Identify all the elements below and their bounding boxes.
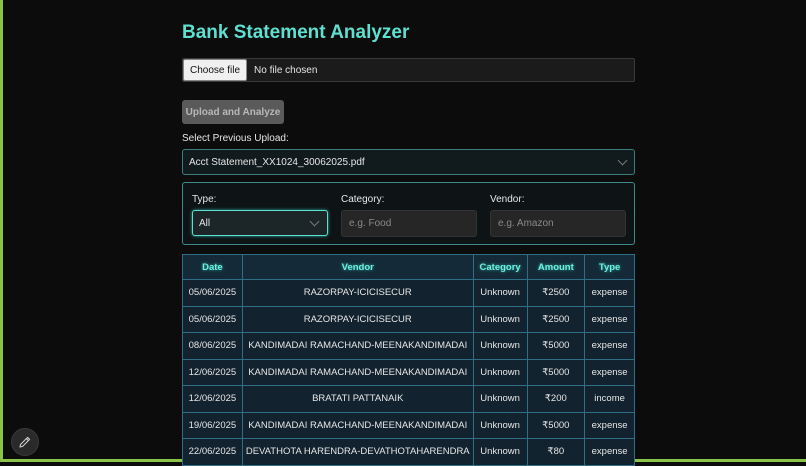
cell-category: Unknown xyxy=(472,332,528,360)
table-row: 05/06/2025 RAZORPAY-ICICISECUR Unknown ₹… xyxy=(182,305,635,333)
cell-category: Unknown xyxy=(472,279,528,307)
cell-amount: ₹200 xyxy=(526,385,586,413)
cell-amount: ₹5000 xyxy=(526,332,586,360)
table-row: 08/06/2025 KANDIMADAI RAMACHAND-MEENAKAN… xyxy=(182,332,635,360)
previous-upload-select[interactable]: Acct Statement_XX1024_30062025.pdf xyxy=(182,149,635,175)
type-filter-select[interactable]: All xyxy=(192,210,328,236)
vendor-filter-input[interactable]: e.g. Amazon xyxy=(490,210,626,237)
cell-amount: ₹2500 xyxy=(526,279,586,307)
category-filter-label: Category: xyxy=(341,194,385,205)
category-filter-input[interactable]: e.g. Food xyxy=(341,210,477,237)
category-filter-placeholder: e.g. Food xyxy=(349,218,392,229)
header-category[interactable]: Category xyxy=(472,254,528,280)
cell-category: Unknown xyxy=(472,305,528,333)
chevron-down-icon xyxy=(617,155,628,166)
header-date[interactable]: Date xyxy=(182,254,243,280)
cell-vendor: BRATATI PATTANAIK xyxy=(241,385,474,413)
cell-vendor: DEVATHOTA HARENDRA-DEVATHOTAHARENDRA xyxy=(241,438,474,466)
cell-date: 05/06/2025 xyxy=(182,279,243,307)
file-status-text: No file chosen xyxy=(254,64,318,76)
vendor-filter-placeholder: e.g. Amazon xyxy=(498,218,554,229)
cell-category: Unknown xyxy=(472,438,528,466)
page-title: Bank Statement Analyzer xyxy=(182,22,410,43)
cell-date: 19/06/2025 xyxy=(182,411,243,439)
cell-amount: ₹2500 xyxy=(526,305,586,333)
cell-type: expense xyxy=(584,438,635,466)
cell-date: 22/06/2025 xyxy=(182,438,243,466)
cell-category: Unknown xyxy=(472,385,528,413)
previous-upload-label: Select Previous Upload: xyxy=(182,133,289,144)
table-row: 12/06/2025 BRATATI PATTANAIK Unknown ₹20… xyxy=(182,385,635,413)
cell-date: 05/06/2025 xyxy=(182,305,243,333)
table-row: 22/06/2025 DEVATHOTA HARENDRA-DEVATHOTAH… xyxy=(182,438,635,466)
cell-amount: ₹80 xyxy=(526,438,586,466)
cell-vendor: KANDIMADAI RAMACHAND-MEENAKANDIMADAI xyxy=(241,358,474,386)
edit-button[interactable] xyxy=(11,428,39,456)
cell-date: 12/06/2025 xyxy=(182,358,243,386)
filter-panel: Type: Category: Vendor: All e.g. Food e.… xyxy=(182,182,635,245)
cell-date: 08/06/2025 xyxy=(182,332,243,360)
vendor-filter-label: Vendor: xyxy=(490,194,525,205)
cell-vendor: KANDIMADAI RAMACHAND-MEENAKANDIMADAI xyxy=(241,411,474,439)
cell-type: income xyxy=(584,385,635,413)
previous-upload-value: Acct Statement_XX1024_30062025.pdf xyxy=(189,156,365,168)
cell-category: Unknown xyxy=(472,358,528,386)
type-filter-label: Type: xyxy=(192,194,217,205)
cell-vendor: RAZORPAY-ICICISECUR xyxy=(241,305,474,333)
cell-category: Unknown xyxy=(472,411,528,439)
cell-vendor: RAZORPAY-ICICISECUR xyxy=(241,279,474,307)
transactions-table: Date Vendor Category Amount Type 05/06/2… xyxy=(182,254,635,466)
pencil-icon xyxy=(19,436,31,448)
header-vendor[interactable]: Vendor xyxy=(241,254,474,280)
table-header-row: Date Vendor Category Amount Type xyxy=(182,254,635,280)
table-row: 19/06/2025 KANDIMADAI RAMACHAND-MEENAKAN… xyxy=(182,411,635,439)
cell-amount: ₹5000 xyxy=(526,358,586,386)
cell-vendor: KANDIMADAI RAMACHAND-MEENAKANDIMADAI xyxy=(241,332,474,360)
cell-type: expense xyxy=(584,411,635,439)
header-type[interactable]: Type xyxy=(584,254,635,280)
chevron-down-icon xyxy=(309,216,320,227)
table-row: 12/06/2025 KANDIMADAI RAMACHAND-MEENAKAN… xyxy=(182,358,635,386)
type-filter-value: All xyxy=(199,217,211,229)
table-row: 05/06/2025 RAZORPAY-ICICISECUR Unknown ₹… xyxy=(182,279,635,307)
cell-amount: ₹5000 xyxy=(526,411,586,439)
cell-date: 12/06/2025 xyxy=(182,385,243,413)
header-amount[interactable]: Amount xyxy=(526,254,586,280)
cell-type: expense xyxy=(584,279,635,307)
file-input[interactable]: Choose file No file chosen xyxy=(182,58,635,82)
cell-type: expense xyxy=(584,332,635,360)
cell-type: expense xyxy=(584,358,635,386)
choose-file-button[interactable]: Choose file xyxy=(183,59,248,81)
cell-type: expense xyxy=(584,305,635,333)
upload-analyze-button[interactable]: Upload and Analyze xyxy=(182,100,284,124)
